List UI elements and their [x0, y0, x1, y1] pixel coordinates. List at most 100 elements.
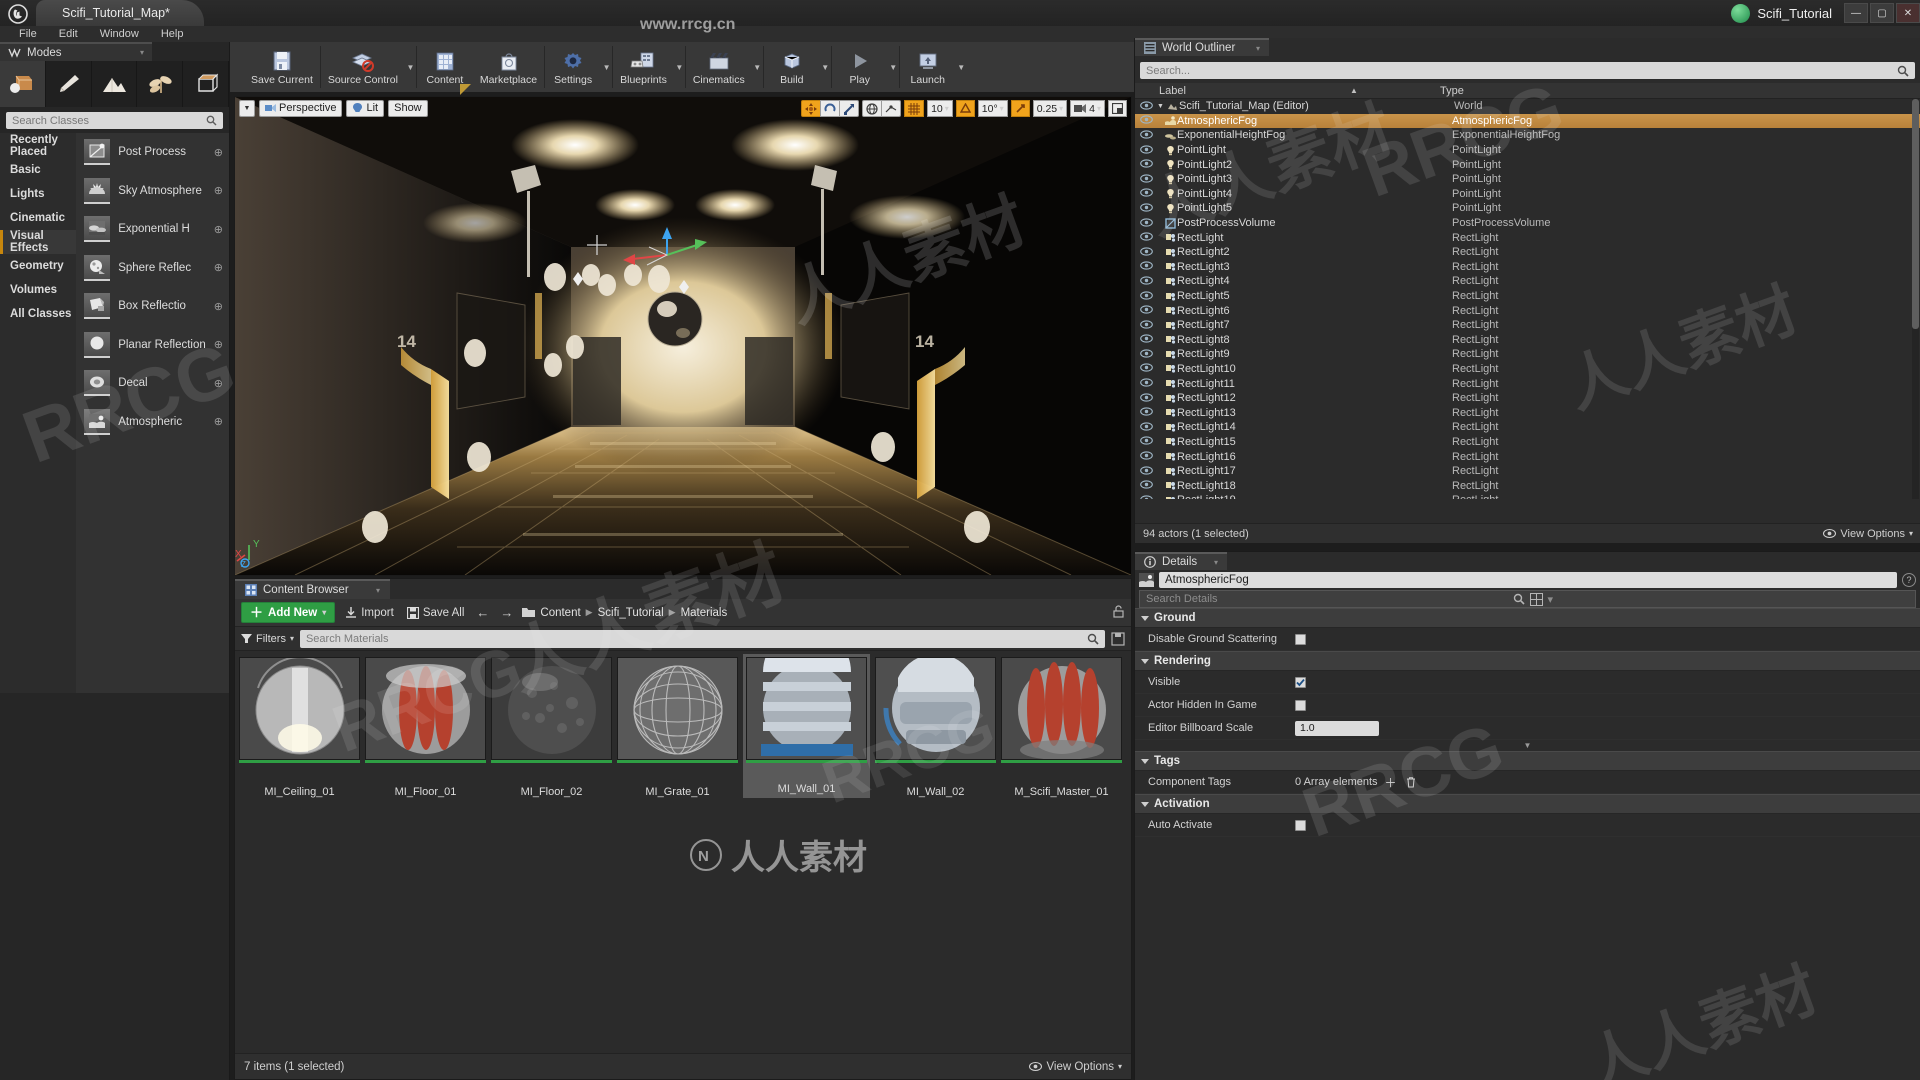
outliner-row[interactable]: PointLight3 PointLight — [1135, 172, 1920, 187]
outliner-row[interactable]: RectLight11 RectLight — [1135, 376, 1920, 391]
breadcrumb-scifi-tutorial[interactable]: Scifi_Tutorial — [598, 607, 664, 619]
outliner-row[interactable]: RectLight18 RectLight — [1135, 478, 1920, 493]
expand-triangle-icon[interactable]: ▼ — [1157, 103, 1165, 110]
placeable-sphere-reflection-capture[interactable]: Sphere Reflec ⊕ — [76, 249, 229, 288]
visibility-eye-icon[interactable] — [1135, 363, 1157, 374]
placeable-sky-atmosphere[interactable]: Sky Atmosphere ⊕ — [76, 172, 229, 211]
placeable-add-icon[interactable]: ⊕ — [214, 223, 223, 236]
visibility-eye-icon[interactable] — [1135, 247, 1157, 258]
cinematics-caret-icon[interactable]: ▼ — [752, 42, 763, 92]
build-caret-icon[interactable]: ▼ — [820, 42, 831, 92]
disable-ground-scattering-checkbox[interactable] — [1295, 633, 1306, 645]
visibility-eye-icon[interactable] — [1135, 217, 1157, 229]
document-tab[interactable]: Scifi_Tutorial_Map* — [36, 0, 204, 26]
visibility-eye-icon[interactable] — [1135, 188, 1157, 199]
source-control-caret-icon[interactable]: ▼ — [405, 42, 416, 92]
import-button[interactable]: Import — [342, 606, 397, 619]
geometry-edit-mode-icon[interactable] — [183, 61, 229, 107]
show-flags-button[interactable]: Show — [388, 99, 428, 117]
category-volumes[interactable]: Volumes — [0, 278, 76, 302]
category-geometry[interactable]: Geometry — [0, 254, 76, 278]
visibility-eye-icon[interactable] — [1135, 407, 1157, 418]
category-cinematic[interactable]: Cinematic — [0, 206, 76, 230]
outliner-row[interactable]: RectLight15 RectLight — [1135, 435, 1920, 450]
add-new-button[interactable]: ＋ Add New ▾ — [241, 602, 336, 623]
toolbar-play[interactable]: Play — [832, 42, 888, 92]
outliner-row[interactable]: RectLight16 RectLight — [1135, 449, 1920, 464]
placeable-planar-reflection[interactable]: Planar Reflection ⊕ — [76, 326, 229, 365]
outliner-row[interactable]: RectLight10 RectLight — [1135, 362, 1920, 377]
details-settings-icon[interactable]: ▾ — [1548, 593, 1910, 606]
scale-snap-value[interactable]: 0.25 ▾ — [1032, 100, 1068, 117]
rotation-snap-value[interactable]: 10° ▾ — [977, 100, 1008, 117]
outliner-row[interactable]: PointLight4 PointLight — [1135, 187, 1920, 202]
forward-arrow-icon[interactable]: → — [498, 605, 515, 620]
close-button[interactable]: ✕ — [1896, 3, 1920, 23]
outliner-row[interactable]: ExponentialHeightFog ExponentialHeightFog — [1135, 128, 1920, 143]
details-group-ground[interactable]: Ground — [1135, 608, 1920, 628]
toolbar-marketplace[interactable]: Marketplace — [473, 42, 544, 92]
maximize-button[interactable]: ▢ — [1870, 3, 1894, 23]
content-browser-view-options[interactable]: View Options — [1046, 1061, 1114, 1073]
details-grid-view-icon[interactable] — [1529, 592, 1543, 606]
outliner-row[interactable]: RectLight17 RectLight — [1135, 464, 1920, 479]
back-arrow-icon[interactable]: ← — [474, 605, 491, 620]
foliage-mode-icon[interactable] — [137, 61, 184, 107]
outliner-row[interactable]: RectLight2 RectLight — [1135, 245, 1920, 260]
placeable-add-icon[interactable]: ⊕ — [214, 415, 223, 428]
visibility-eye-icon[interactable] — [1135, 422, 1157, 433]
maximize-viewport-icon[interactable] — [1108, 100, 1127, 117]
outliner-row[interactable]: PostProcessVolume PostProcessVolume — [1135, 216, 1920, 231]
outliner-row[interactable]: RectLight9 RectLight — [1135, 347, 1920, 362]
category-visual-effects[interactable]: Visual Effects — [0, 230, 77, 254]
delete-array-icon[interactable] — [1404, 775, 1418, 789]
rotate-gizmo-icon[interactable] — [820, 100, 841, 117]
outliner-row[interactable]: PointLight PointLight — [1135, 143, 1920, 158]
visibility-eye-icon[interactable] — [1135, 378, 1157, 389]
asset-tile-selected[interactable]: MI_Wall_01 — [743, 654, 870, 798]
visibility-eye-icon[interactable] — [1135, 393, 1157, 404]
place-mode-icon[interactable] — [0, 61, 46, 107]
category-basic[interactable]: Basic — [0, 158, 76, 182]
details-section-expander[interactable]: ▼ — [1135, 740, 1920, 751]
outliner-row-selected[interactable]: AtmosphericFog AtmosphericFog — [1135, 113, 1920, 129]
paint-mode-icon[interactable] — [46, 61, 92, 107]
filters-button[interactable]: Filters ▾ — [241, 633, 294, 645]
visible-checkbox[interactable] — [1295, 676, 1306, 688]
add-array-element-icon[interactable]: ＋ — [1384, 775, 1398, 790]
outliner-row[interactable]: RectLight14 RectLight — [1135, 420, 1920, 435]
breadcrumb-content[interactable]: Content — [540, 607, 580, 619]
visibility-eye-icon[interactable] — [1135, 174, 1157, 185]
details-tab[interactable]: Details ▾ — [1135, 552, 1227, 570]
toolbar-settings[interactable]: Settings — [545, 42, 601, 92]
help-icon[interactable]: ? — [1902, 573, 1916, 587]
outliner-column-type[interactable]: Type — [1440, 85, 1464, 97]
visibility-eye-icon[interactable] — [1135, 115, 1157, 126]
visibility-eye-icon[interactable] — [1135, 305, 1157, 316]
outliner-row[interactable]: RectLight3 RectLight — [1135, 260, 1920, 275]
editor-billboard-scale-input[interactable]: 1.0 — [1295, 720, 1379, 736]
actor-hidden-in-game-checkbox[interactable] — [1295, 699, 1306, 711]
landscape-mode-icon[interactable] — [92, 61, 138, 107]
visibility-eye-icon[interactable] — [1135, 290, 1157, 302]
outliner-row[interactable]: PointLight5 PointLight — [1135, 201, 1920, 216]
modes-tab[interactable]: Modes ▾ — [0, 42, 152, 61]
surface-snap-icon[interactable] — [881, 100, 902, 117]
visibility-eye-icon[interactable] — [1135, 495, 1157, 499]
search-classes-input[interactable]: Search Classes — [6, 112, 223, 129]
details-search-input[interactable]: Search Details ▾ — [1139, 590, 1916, 608]
settings-caret-icon[interactable]: ▼ — [601, 42, 612, 92]
category-all-classes[interactable]: All Classes — [0, 302, 76, 326]
toolbar-cinematics[interactable]: Cinematics — [686, 42, 752, 92]
placeable-box-reflection-capture[interactable]: Box Reflectio ⊕ — [76, 287, 229, 326]
visibility-eye-icon[interactable] — [1135, 334, 1157, 345]
asset-tile[interactable]: MI_Grate_01 — [617, 657, 738, 798]
menu-edit[interactable]: Edit — [48, 26, 89, 42]
camera-mode-button[interactable]: Perspective — [259, 99, 343, 117]
outliner-scrollbar-thumb[interactable] — [1912, 99, 1919, 329]
outliner-view-options[interactable]: View Options — [1840, 528, 1905, 540]
menu-file[interactable]: File — [8, 26, 48, 42]
outliner-search-input[interactable]: Search... — [1140, 62, 1915, 79]
scale-snap-toggle[interactable] — [1010, 100, 1030, 117]
placeable-add-icon[interactable]: ⊕ — [214, 184, 223, 197]
